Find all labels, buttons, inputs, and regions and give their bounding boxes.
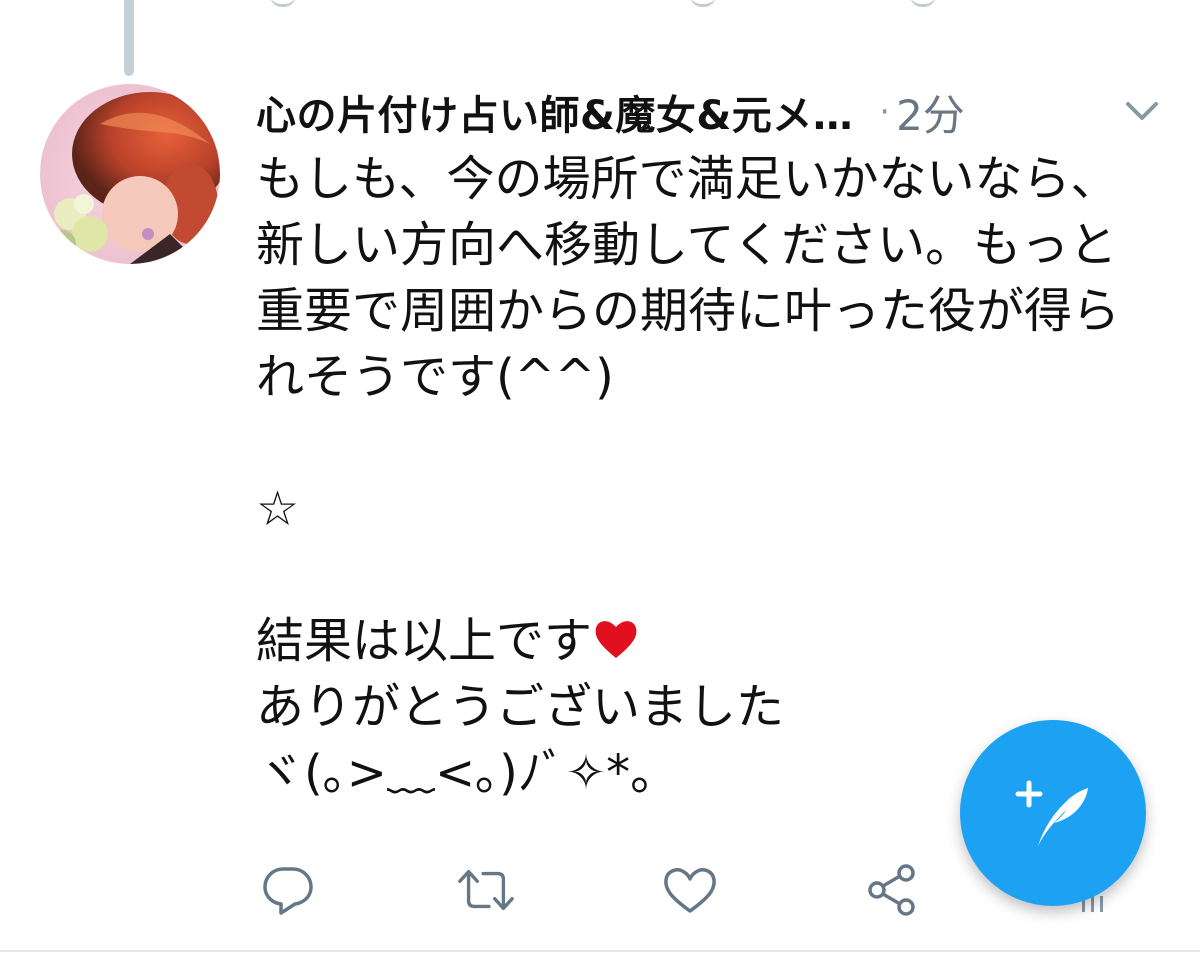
previous-tweet-actions	[260, 0, 1120, 7]
tweet-line: もしも、今の場所で満足いかないなら、	[256, 151, 1119, 207]
timestamp[interactable]: 2分	[896, 82, 965, 143]
tweet-line	[256, 542, 1176, 608]
tweet-line: ☆	[256, 481, 300, 537]
tweet-header: 心の片付け占い師&魔女&元メ… · 2分	[256, 84, 1166, 140]
red-heart-emoji-icon	[595, 621, 637, 658]
tweet-detail-screen: 心の片付け占い師&魔女&元メ… · 2分 もしも、今の場所で満足いかないなら、 …	[0, 0, 1200, 960]
avatar[interactable]	[40, 84, 220, 264]
share-icon	[868, 864, 915, 916]
display-name[interactable]: 心の片付け占い師&魔女&元メ…	[256, 83, 853, 141]
chevron-down-icon[interactable]	[1122, 94, 1162, 128]
header-separator: ·	[879, 92, 891, 132]
tweet-actions	[256, 860, 956, 920]
tweet-text: もしも、今の場所で満足いかないなら、 新しい方向へ移動してください。もっと 重要…	[256, 146, 1176, 806]
tweet-line: 新しい方向へ移動してください。もっと	[256, 217, 1118, 273]
compose-tweet-icon	[1015, 780, 1088, 846]
tweet-line-with-emoji: 結果は以上です	[256, 608, 1176, 674]
reply-icon	[263, 867, 313, 915]
compose-tweet-button[interactable]	[960, 720, 1146, 906]
like-button[interactable]	[660, 860, 720, 920]
heart-icon	[664, 868, 716, 913]
retweet-button[interactable]	[456, 860, 516, 920]
bottom-divider	[0, 950, 1200, 952]
profile-photo	[40, 84, 220, 264]
tweet-line	[256, 410, 1176, 476]
tweet-line: れそうです(^^)	[256, 349, 614, 405]
tweet-line-text: 結果は以上です	[256, 613, 593, 669]
retweet-icon	[458, 869, 514, 911]
thread-connector-line	[124, 0, 134, 76]
share-button[interactable]	[862, 860, 922, 920]
reply-button[interactable]	[258, 860, 318, 920]
tweet-line: 重要で周囲からの期待に叶った役が得ら	[256, 283, 1121, 339]
